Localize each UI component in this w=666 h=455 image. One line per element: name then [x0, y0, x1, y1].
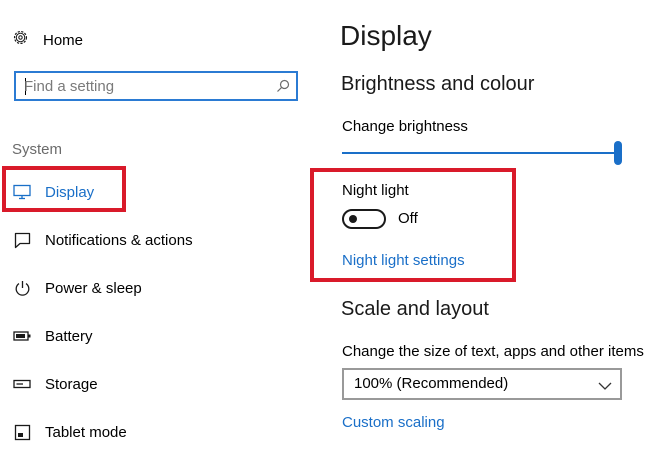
- sidebar-item-battery[interactable]: Battery: [12, 324, 93, 348]
- sidebar-item-label: Notifications & actions: [45, 231, 193, 249]
- sidebar-item-label: Battery: [45, 327, 93, 345]
- sidebar-item-tablet-mode[interactable]: Tablet mode: [12, 420, 127, 444]
- home-label: Home: [43, 31, 84, 49]
- storage-icon: [12, 374, 32, 394]
- search-input[interactable]: [24, 76, 264, 96]
- custom-scaling-link[interactable]: Custom scaling: [342, 414, 445, 431]
- page-title: Display: [340, 20, 432, 51]
- tablet-mode-icon: [12, 422, 32, 442]
- sidebar-item-label: Power & sleep: [45, 279, 142, 297]
- brightness-slider-track[interactable]: [342, 152, 619, 154]
- sidebar-item-power-sleep[interactable]: Power & sleep: [12, 276, 142, 300]
- highlight-box-display: [2, 166, 126, 212]
- notification-icon: [12, 230, 32, 250]
- battery-icon: [12, 326, 32, 346]
- scale-dropdown-value: 100% (Recommended): [354, 375, 509, 392]
- brightness-slider-label: Change brightness: [342, 118, 468, 135]
- scale-size-label: Change the size of text, apps and other …: [342, 343, 644, 360]
- section-heading-brightness: Brightness and colour: [341, 73, 535, 95]
- sidebar-item-notifications[interactable]: Notifications & actions: [12, 228, 193, 252]
- sidebar-item-label: Storage: [45, 375, 98, 393]
- sidebar-item-label: Tablet mode: [45, 423, 127, 441]
- search-box[interactable]: [14, 71, 298, 101]
- section-heading-scale: Scale and layout: [341, 298, 489, 320]
- sidebar-item-storage[interactable]: Storage: [12, 372, 98, 396]
- chevron-down-icon: [598, 378, 612, 396]
- highlight-box-night-light: [310, 168, 516, 282]
- home-nav-item[interactable]: Home: [12, 28, 83, 52]
- search-icon[interactable]: [276, 79, 290, 98]
- brightness-slider-thumb[interactable]: [614, 141, 622, 165]
- scale-dropdown[interactable]: 100% (Recommended): [342, 368, 622, 400]
- section-label-system: System: [12, 141, 63, 158]
- power-icon: [12, 278, 32, 298]
- gear-icon: [12, 29, 29, 51]
